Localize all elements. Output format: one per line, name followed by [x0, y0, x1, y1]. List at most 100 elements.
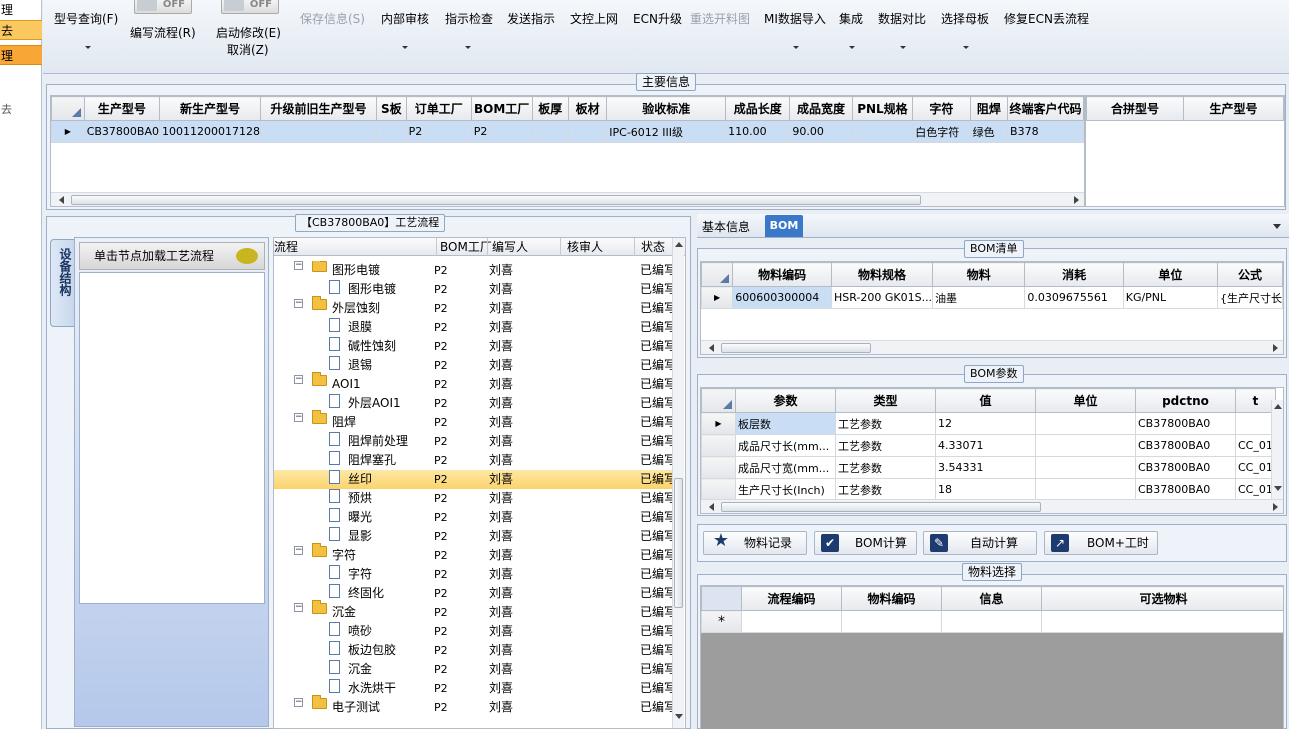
- column-header[interactable]: 升级前旧生产型号: [259, 96, 378, 121]
- tab-equipment-structure[interactable]: 设备结构: [50, 239, 74, 327]
- vertical-scrollbar[interactable]: [1271, 400, 1283, 499]
- table-cell[interactable]: B378: [1007, 120, 1084, 143]
- table-cell[interactable]: 板层数: [735, 412, 836, 435]
- column-header[interactable]: 板材: [567, 96, 608, 121]
- chevron-down-icon[interactable]: [465, 46, 471, 49]
- table-row[interactable]: ▶ CB37800BA0 10011200017128 P2 P2 IPC-6012 II…: [51, 120, 1084, 143]
- tree-row[interactable]: 丝印 P2 刘喜 已编写: [274, 470, 672, 489]
- horizontal-scrollbar[interactable]: [701, 340, 1283, 354]
- table-cell[interactable]: 工艺参数: [835, 412, 936, 435]
- chevron-down-icon[interactable]: [85, 46, 91, 49]
- cell[interactable]: [941, 610, 1042, 633]
- table-cell[interactable]: 生产尺寸长(Inch): [735, 478, 836, 501]
- scroll-up-icon[interactable]: [675, 242, 683, 247]
- left-nav-item-active[interactable]: 理: [0, 45, 42, 65]
- collapse-icon[interactable]: −: [294, 603, 303, 612]
- tab-bom[interactable]: BOM: [765, 215, 803, 237]
- column-header[interactable]: 单位: [1035, 388, 1136, 413]
- table-cell[interactable]: [376, 120, 407, 143]
- collapse-icon[interactable]: −: [294, 698, 303, 707]
- row-indicator[interactable]: ▶: [701, 412, 736, 435]
- row-indicator[interactable]: [701, 434, 736, 457]
- tab-basic-info[interactable]: 基本信息: [702, 218, 750, 235]
- table-cell[interactable]: IPC-6012 III级: [606, 120, 727, 143]
- column-header[interactable]: 类型: [835, 388, 936, 413]
- start-modify-toggle[interactable]: OFF: [221, 0, 279, 14]
- table-cell[interactable]: CB37800BA0: [1135, 456, 1236, 479]
- column-header[interactable]: 物料编码: [732, 262, 832, 287]
- table-cell[interactable]: 4.33071: [935, 434, 1036, 457]
- chevron-down-icon[interactable]: [402, 46, 408, 49]
- tree-row[interactable]: 字符 P2 刘喜 已编写: [274, 565, 672, 584]
- save-info-button[interactable]: 保存信息(S): [300, 10, 365, 27]
- grid-corner[interactable]: [701, 586, 742, 611]
- auto-calc-button[interactable]: ✎ 自动计算: [923, 531, 1037, 555]
- collapse-icon[interactable]: −: [294, 261, 303, 270]
- table-cell[interactable]: 工艺参数: [835, 434, 936, 457]
- internal-review-button[interactable]: 内部审核: [381, 10, 429, 27]
- table-cell[interactable]: [1035, 434, 1136, 457]
- table-cell[interactable]: 绿色: [969, 120, 1009, 143]
- table-cell[interactable]: 110.00: [725, 120, 791, 143]
- table-row[interactable]: 成品尺寸宽(mm... 工艺参数 3.54331 CB37800BA0 CC_01: [701, 456, 1276, 479]
- row-indicator[interactable]: [701, 478, 736, 501]
- table-cell[interactable]: 油墨: [932, 286, 1026, 309]
- column-header[interactable]: BOM工厂: [470, 96, 533, 121]
- table-cell[interactable]: [851, 120, 914, 143]
- column-header[interactable]: 新生产型号: [159, 96, 261, 121]
- mi-import-button[interactable]: MI数据导入: [764, 10, 826, 27]
- column-header[interactable]: 阻焊: [969, 96, 1009, 121]
- column-header[interactable]: 物料规格: [830, 262, 934, 287]
- column-header[interactable]: 参数: [735, 388, 836, 413]
- table-cell[interactable]: 600600300004: [732, 286, 832, 309]
- table-cell[interactable]: [1035, 456, 1136, 479]
- scroll-left-icon[interactable]: [709, 503, 714, 511]
- ecn-upgrade-button[interactable]: ECN升级: [633, 10, 682, 27]
- tree-row[interactable]: − 外层蚀刻 P2 刘喜 已编写: [274, 296, 672, 318]
- table-cell[interactable]: 工艺参数: [835, 456, 936, 479]
- table-cell[interactable]: KG/PNL: [1122, 286, 1218, 309]
- table-cell[interactable]: [1235, 412, 1276, 435]
- table-cell[interactable]: 12: [935, 412, 1036, 435]
- bom-calc-button[interactable]: ✔ BOM计算: [814, 531, 917, 555]
- tree-row[interactable]: 水洗烘干 P2 刘喜 已编写: [274, 679, 672, 698]
- table-cell[interactable]: CC_01: [1235, 434, 1276, 457]
- column-header[interactable]: 字符: [912, 96, 971, 121]
- load-process-hint[interactable]: 单击节点加载工艺流程: [79, 242, 265, 270]
- table-cell[interactable]: [531, 120, 569, 143]
- scrollbar-thumb[interactable]: [721, 343, 871, 353]
- horizontal-scrollbar[interactable]: [701, 499, 1283, 513]
- tree-row[interactable]: 曝光 P2 刘喜 已编写: [274, 508, 672, 527]
- table-cell[interactable]: 0.0309675561: [1024, 286, 1124, 309]
- scroll-right-icon[interactable]: [1273, 344, 1278, 352]
- column-header[interactable]: 流程: [274, 238, 298, 256]
- left-nav-item[interactable]: 去: [0, 100, 42, 120]
- scroll-left-icon[interactable]: [709, 344, 714, 352]
- chevron-down-icon[interactable]: [793, 46, 799, 49]
- chevron-down-icon[interactable]: [849, 46, 855, 49]
- table-cell[interactable]: HSR-200 GK01S...: [830, 286, 934, 309]
- tree-row[interactable]: − 字符 P2 刘喜 已编写: [274, 543, 672, 565]
- select-mother-button[interactable]: 选择母板: [941, 10, 989, 27]
- row-indicator[interactable]: ▶: [701, 286, 734, 309]
- column-header[interactable]: 板厚: [531, 96, 569, 121]
- column-header[interactable]: t: [1235, 388, 1276, 413]
- table-row[interactable]: ▶ 600600300004 HSR-200 GK01S... 油墨 0.0309675…: [701, 286, 1283, 309]
- column-header[interactable]: 物料编码: [841, 586, 942, 611]
- table-cell[interactable]: 3.54331: [935, 456, 1036, 479]
- data-compare-button[interactable]: 数据对比: [878, 10, 926, 27]
- table-row[interactable]: ▶ 板层数 工艺参数 12 CB37800BA0: [701, 412, 1276, 435]
- column-header[interactable]: S板: [376, 96, 407, 121]
- tree-row[interactable]: − 沉金 P2 刘喜 已编写: [274, 600, 672, 622]
- table-cell[interactable]: {生产尺寸长: [1216, 286, 1283, 309]
- scroll-right-icon[interactable]: [1273, 503, 1278, 511]
- reselect-cut-button[interactable]: 重选开料图: [690, 10, 750, 27]
- doc-upload-button[interactable]: 文控上网: [570, 10, 618, 27]
- material-record-button[interactable]: ★ 物料记录: [703, 531, 807, 555]
- column-header[interactable]: 验收标准: [606, 96, 727, 121]
- integrate-button[interactable]: 集成: [839, 10, 863, 27]
- write-flow-toggle[interactable]: OFF: [134, 0, 192, 14]
- scrollbar-thumb[interactable]: [71, 195, 921, 205]
- collapse-icon[interactable]: −: [294, 299, 303, 308]
- table-cell[interactable]: CB37800BA0: [1135, 412, 1236, 435]
